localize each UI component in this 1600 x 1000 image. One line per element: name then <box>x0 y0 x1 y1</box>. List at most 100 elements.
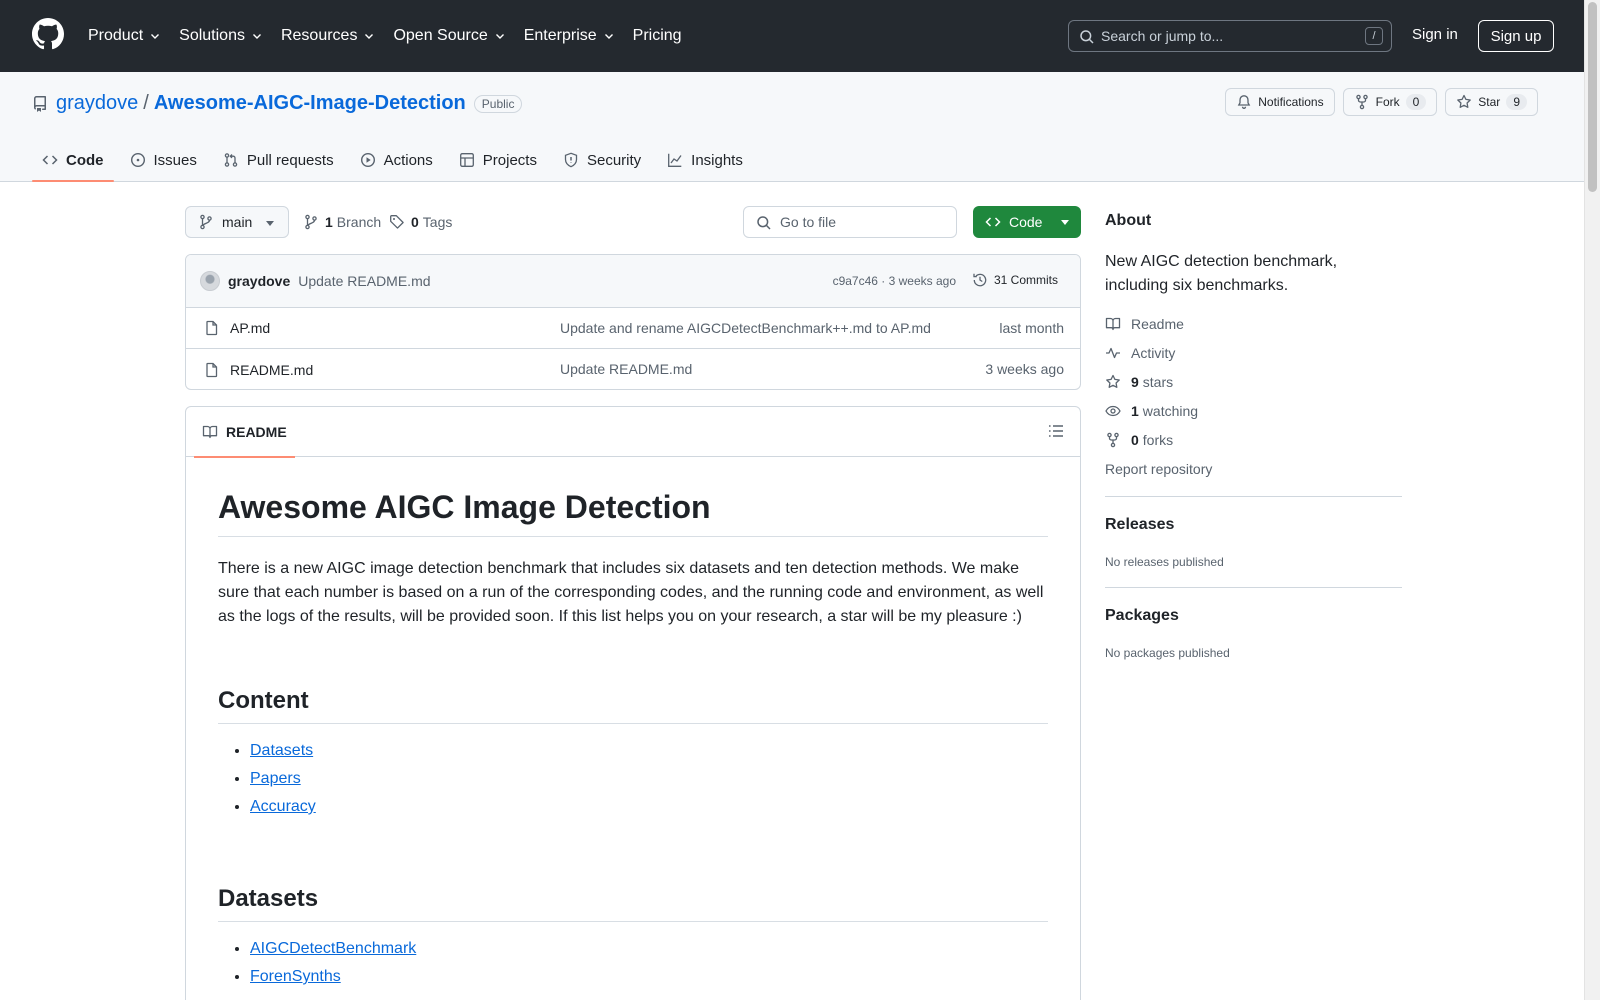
dataset-link[interactable]: AIGCDetectBenchmark <box>250 940 416 957</box>
tab-pull-requests[interactable]: Pull requests <box>213 138 344 182</box>
play-icon <box>360 152 375 168</box>
repo-title: graydove / Awesome-AIGC-Image-Detection … <box>32 92 523 115</box>
packages-heading[interactable]: Packages <box>1105 607 1179 625</box>
file-name-link[interactable]: AP.md <box>230 320 270 336</box>
watching-label: watching <box>1142 403 1199 419</box>
chevron-down-icon <box>365 34 374 39</box>
branch-icon <box>200 214 212 230</box>
releases-heading[interactable]: Releases <box>1105 516 1174 534</box>
sidebar-divider <box>1105 587 1402 588</box>
readme-panel: README Awesome AIGC Image Detection Ther… <box>185 406 1081 1000</box>
list-item: AIGCDetectBenchmark <box>250 935 416 963</box>
star-button[interactable]: Star 9 <box>1445 88 1538 116</box>
commits-history-link[interactable]: 31 Commits <box>972 272 1058 288</box>
commit-meta: c9a7c46 · 3 weeks ago <box>832 274 956 288</box>
branch-name: main <box>222 214 253 230</box>
nav-product[interactable]: Product <box>88 27 161 45</box>
dataset-link[interactable]: ForenSynths <box>250 968 341 985</box>
file-commit-link[interactable]: Update and rename AIGCDetectBenchmark++.… <box>560 320 931 336</box>
tab-label: Code <box>66 151 104 169</box>
repo-actions: Notifications Fork 0 Star 9 <box>1217 88 1538 116</box>
chevron-down-icon <box>151 34 160 39</box>
activity-link[interactable]: Activity <box>1105 345 1175 361</box>
go-to-file-placeholder: Go to file <box>780 214 837 230</box>
repo-name-link[interactable]: Awesome-AIGC-Image-Detection <box>154 92 466 115</box>
stars-label: stars <box>1142 374 1174 390</box>
page-scrollbar[interactable] <box>1584 0 1600 1000</box>
global-nav: Product Solutions Resources Open Source … <box>88 0 700 72</box>
nav-open-source[interactable]: Open Source <box>393 27 505 45</box>
nav-pricing[interactable]: Pricing <box>633 27 682 45</box>
readme-link-label: Readme <box>1131 316 1184 332</box>
nav-enterprise[interactable]: Enterprise <box>524 27 615 45</box>
forks-link[interactable]: 0 forks <box>1105 432 1173 448</box>
tab-code[interactable]: Code <box>32 138 114 182</box>
content-link-accuracy[interactable]: Accuracy <box>250 798 316 815</box>
table-row: README.md Update README.md 3 weeks ago <box>186 349 1080 389</box>
scrollbar-thumb[interactable] <box>1588 2 1597 192</box>
github-logo-icon[interactable] <box>32 18 64 50</box>
code-dropdown-button[interactable]: Code <box>973 206 1081 238</box>
tab-security[interactable]: Security <box>553 138 651 182</box>
sign-up-button[interactable]: Sign up <box>1478 20 1554 52</box>
nav-solutions[interactable]: Solutions <box>179 27 263 45</box>
commit-author-link[interactable]: graydove <box>228 273 290 289</box>
fork-label: Fork <box>1375 95 1400 109</box>
content-link-papers[interactable]: Papers <box>250 770 301 787</box>
tab-projects[interactable]: Projects <box>449 138 547 182</box>
repo-icon <box>34 95 46 112</box>
star-icon <box>1106 374 1120 388</box>
chevron-down-icon <box>495 34 504 39</box>
list-outline-icon[interactable] <box>1048 423 1064 439</box>
book-icon <box>1105 317 1121 331</box>
tag-icon <box>390 215 404 229</box>
star-counter: 9 <box>1506 94 1527 110</box>
branch-selector[interactable]: main <box>185 206 289 238</box>
forks-label: forks <box>1142 432 1174 448</box>
repo-owner-link[interactable]: graydove <box>56 92 138 115</box>
visibility-badge: Public <box>473 94 523 113</box>
readme-link[interactable]: Readme <box>1105 316 1184 332</box>
fork-button[interactable]: Fork 0 <box>1342 88 1438 116</box>
stars-count: 9 <box>1131 374 1139 390</box>
report-repository-link[interactable]: Report repository <box>1105 461 1212 477</box>
star-icon <box>1457 94 1472 108</box>
avatar[interactable] <box>200 271 220 291</box>
code-icon <box>42 155 58 165</box>
commits-count: 31 Commits <box>993 273 1058 287</box>
file-browser: graydove Update README.md c9a7c46 · 3 we… <box>185 254 1081 390</box>
content-link-datasets[interactable]: Datasets <box>250 742 313 759</box>
commit-message-link[interactable]: Update README.md <box>298 273 430 289</box>
content-list: Datasets Papers Accuracy <box>250 737 316 821</box>
readme-tab[interactable]: README <box>194 407 295 458</box>
nav-label: Open Source <box>393 27 488 44</box>
tags-link[interactable]: 0 Tags <box>389 214 452 230</box>
datasets-list: AIGCDetectBenchmark ForenSynths <box>250 935 416 991</box>
tab-insights[interactable]: Insights <box>657 138 753 182</box>
watchers-link[interactable]: 1 watching <box>1105 403 1198 419</box>
nav-resources[interactable]: Resources <box>281 27 375 45</box>
graph-icon <box>668 153 682 167</box>
file-name-link[interactable]: README.md <box>230 362 313 378</box>
fork-icon <box>1107 432 1119 448</box>
datasets-heading: Datasets <box>218 885 1048 922</box>
list-item: Papers <box>250 765 316 793</box>
go-to-file-input[interactable]: Go to file <box>743 206 957 238</box>
watching-count: 1 <box>1131 403 1139 419</box>
global-search-input[interactable]: Search or jump to... / <box>1068 20 1392 52</box>
branches-link[interactable]: 1 Branch <box>303 214 381 230</box>
list-item: Datasets <box>250 737 316 765</box>
list-item: ForenSynths <box>250 963 416 991</box>
file-icon <box>206 362 218 377</box>
pulse-icon <box>1106 347 1120 359</box>
tab-issues[interactable]: Issues <box>120 138 207 182</box>
branch-icon <box>305 214 317 230</box>
tab-actions[interactable]: Actions <box>350 138 443 182</box>
tab-label: Issues <box>153 151 197 169</box>
sign-in-link[interactable]: Sign in <box>1412 26 1458 43</box>
stars-link[interactable]: 9 stars <box>1105 374 1173 390</box>
readme-tab-label: README <box>226 424 287 440</box>
file-commit-link[interactable]: Update README.md <box>560 361 692 377</box>
about-title: About <box>1105 212 1152 229</box>
notifications-button[interactable]: Notifications <box>1225 88 1335 116</box>
